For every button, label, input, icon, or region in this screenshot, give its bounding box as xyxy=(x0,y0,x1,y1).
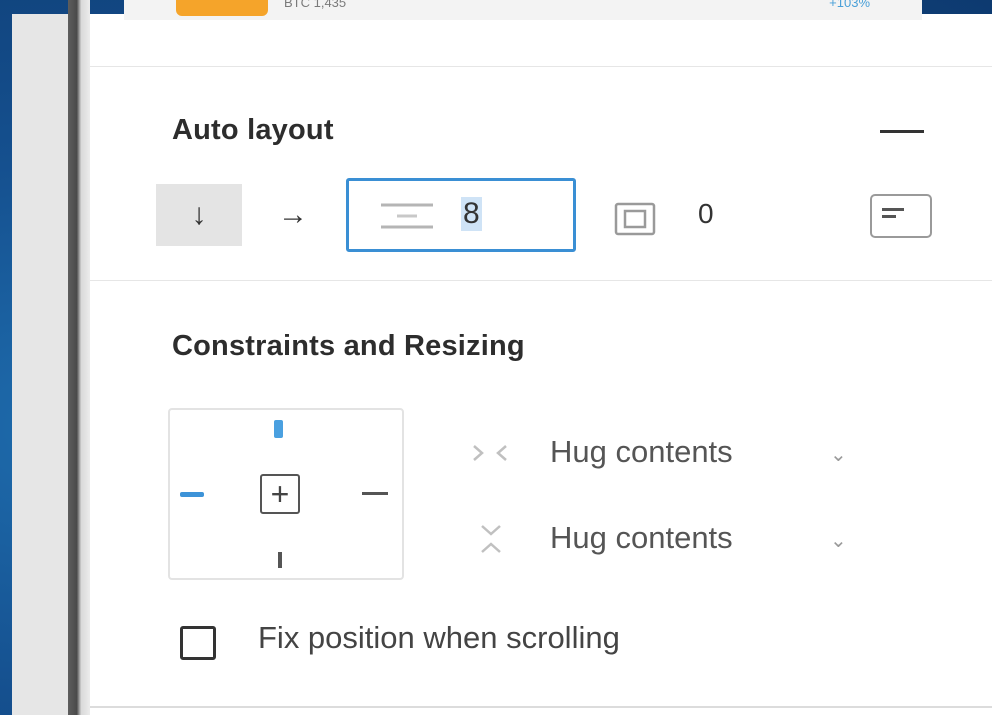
chevron-down-icon[interactable]: ⌄ xyxy=(830,442,847,467)
section-divider xyxy=(90,280,992,281)
direction-vertical-button[interactable]: ↓ xyxy=(156,184,242,246)
direction-horizontal-button[interactable]: → xyxy=(250,184,336,246)
asset-thumbnail xyxy=(176,0,268,16)
sidebar-divider xyxy=(68,0,90,715)
spacing-between-icon xyxy=(381,203,433,229)
constraint-widget: + xyxy=(168,408,404,580)
asset-label: BTC 1,435 xyxy=(284,0,347,10)
arrow-right-icon: → xyxy=(278,198,308,231)
constraint-left-handle[interactable] xyxy=(180,492,204,497)
arrow-down-icon: ↓ xyxy=(191,198,207,231)
asset-change: +103% xyxy=(829,0,870,10)
section-divider xyxy=(90,706,992,708)
properties-panel: Auto layout ↓ → 8 0 Constraints and Resi… xyxy=(90,14,992,715)
constraints-title: Constraints and Resizing xyxy=(172,330,525,362)
width-resizing-select[interactable]: Hug contents xyxy=(550,434,733,470)
fix-position-label: Fix position when scrolling xyxy=(258,620,620,655)
left-sidebar xyxy=(12,14,68,715)
section-divider xyxy=(90,66,992,67)
height-resizing-select[interactable]: Hug contents xyxy=(550,520,733,556)
asset-row: BTC 1,435 +103% xyxy=(124,0,922,20)
collapse-icon[interactable] xyxy=(880,130,924,133)
spacing-value: 8 xyxy=(461,197,482,231)
alignment-icon[interactable] xyxy=(870,194,932,238)
constraint-right-handle[interactable] xyxy=(362,492,388,495)
horizontal-resize-icon xyxy=(473,445,507,461)
constraint-bottom-handle[interactable] xyxy=(278,552,282,568)
spacing-between-input[interactable]: 8 xyxy=(346,178,576,252)
auto-layout-title: Auto layout xyxy=(172,114,334,146)
vertical-resize-icon xyxy=(481,525,501,553)
fix-position-checkbox[interactable] xyxy=(180,626,216,660)
padding-value[interactable]: 0 xyxy=(698,198,714,230)
chevron-down-icon[interactable]: ⌄ xyxy=(830,528,847,553)
padding-icon xyxy=(614,202,656,236)
constraint-center-box[interactable]: + xyxy=(260,474,300,514)
constraint-top-handle[interactable] xyxy=(274,420,283,438)
